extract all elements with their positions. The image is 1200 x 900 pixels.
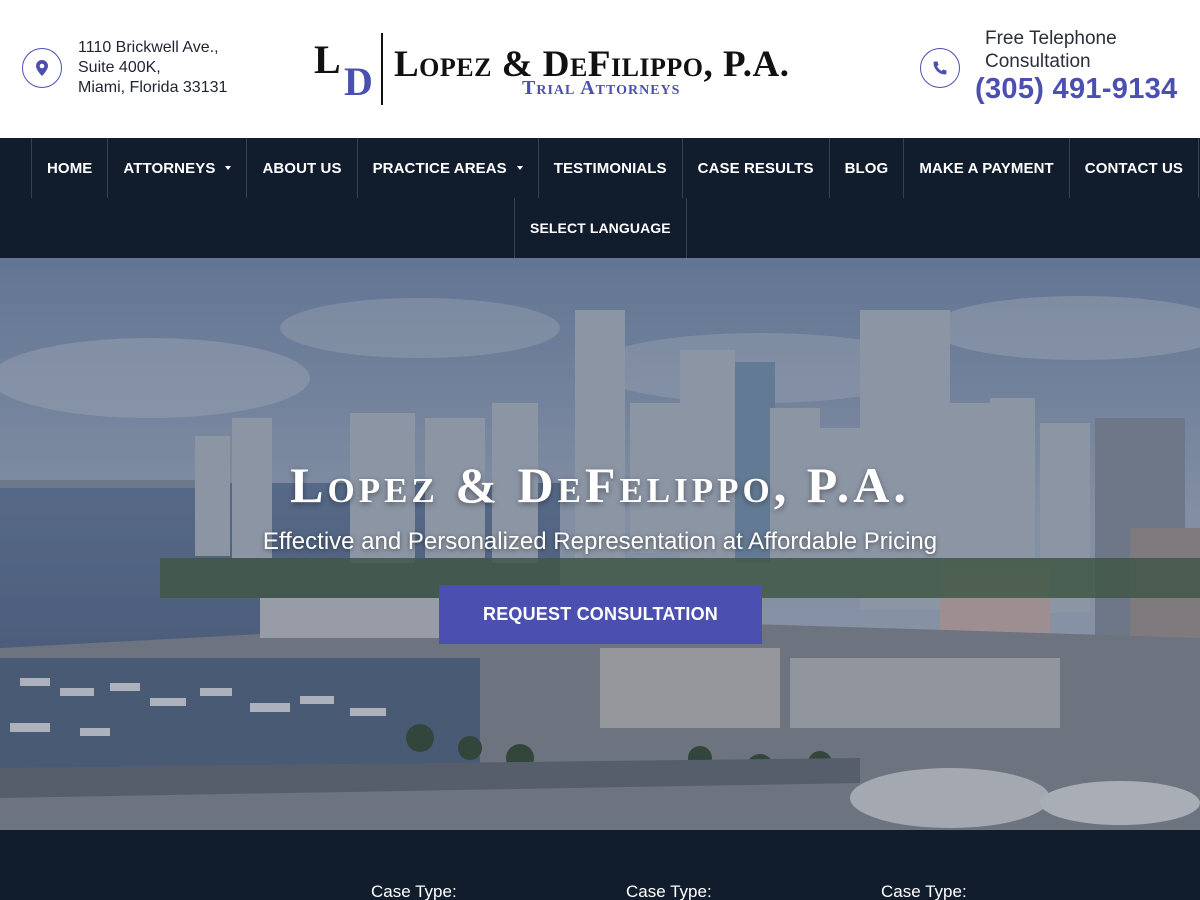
nav-item-case-results[interactable]: CASE RESULTS <box>681 138 829 198</box>
case-type-label: Case Type: <box>626 882 712 900</box>
site-header: 1110 Brickwell Ave., Suite 400K, Miami, … <box>0 0 1200 138</box>
hero-banner: Lopez & DeFelippo, P.A. Effective and Pe… <box>0 258 1200 830</box>
free-consultation-line-2: Consultation <box>985 51 1091 72</box>
nav-item-about-us[interactable]: ABOUT US <box>246 138 356 198</box>
nav-item-attorneys[interactable]: ATTORNEYS <box>107 138 246 198</box>
nav-item-label: PRACTICE AREAS <box>372 159 507 177</box>
case-type-section: Case Type: Case Type: Case Type: <box>0 830 1200 900</box>
free-consultation-label: Free Telephone Consultation <box>985 27 1117 73</box>
logo-monogram-d: D <box>344 59 373 104</box>
address-line-1: 1110 Brickwell Ave., <box>78 39 219 56</box>
office-address: 1110 Brickwell Ave., Suite 400K, Miami, … <box>78 38 227 98</box>
hero-tagline: Effective and Personalized Representatio… <box>262 528 938 555</box>
logo-divider <box>381 33 383 105</box>
nav-item-label: ATTORNEYS <box>123 159 216 177</box>
select-language-button[interactable]: SELECT LANGUAGE <box>514 198 687 258</box>
nav-item-label: MAKE A PAYMENT <box>919 159 1054 177</box>
nav-item-label: HOME <box>47 159 93 177</box>
select-language-label: SELECT LANGUAGE <box>530 220 671 236</box>
logo-subtitle: Trial Attorneys <box>522 77 681 99</box>
main-navigation: HOME ATTORNEYS ABOUT US PRACTICE AREAS T… <box>0 138 1200 258</box>
nav-item-label: BLOG <box>844 159 889 177</box>
nav-item-label: CONTACT US <box>1084 159 1184 177</box>
nav-item-blog[interactable]: BLOG <box>828 138 904 198</box>
address-line-2: Suite 400K, <box>78 59 161 76</box>
caret-down-icon <box>516 166 523 170</box>
address-line-3: Miami, Florida 33131 <box>78 79 228 96</box>
nav-item-make-a-payment[interactable]: MAKE A PAYMENT <box>903 138 1068 198</box>
location-pin-icon <box>22 48 62 88</box>
request-consultation-button[interactable]: REQUEST CONSULTATION <box>439 585 762 644</box>
free-consultation-line-1: Free Telephone <box>985 28 1117 49</box>
case-type-label: Case Type: <box>371 882 457 900</box>
phone-number-link[interactable]: (305) 491-9134 <box>975 73 1178 106</box>
nav-row-secondary: SELECT LANGUAGE <box>514 198 687 258</box>
nav-item-practice-areas[interactable]: PRACTICE AREAS <box>356 138 538 198</box>
case-type-label: Case Type: <box>881 882 967 900</box>
caret-down-icon <box>225 166 232 170</box>
nav-item-testimonials[interactable]: TESTIMONIALS <box>537 138 682 198</box>
nav-row-primary: HOME ATTORNEYS ABOUT US PRACTICE AREAS T… <box>31 138 1200 198</box>
nav-item-label: ABOUT US <box>262 159 342 177</box>
site-logo[interactable]: L D Lopez & DeFilippo, P.A. Trial Attorn… <box>310 30 885 108</box>
phone-icon[interactable] <box>920 48 960 88</box>
logo-monogram-l: L <box>314 37 341 82</box>
nav-item-contact-us[interactable]: CONTACT US <box>1068 138 1200 198</box>
nav-item-home[interactable]: HOME <box>31 138 107 198</box>
hero-title: Lopez & DeFelippo, P.A. <box>290 457 910 513</box>
nav-item-label: CASE RESULTS <box>697 159 814 177</box>
nav-item-label: TESTIMONIALS <box>553 159 667 177</box>
